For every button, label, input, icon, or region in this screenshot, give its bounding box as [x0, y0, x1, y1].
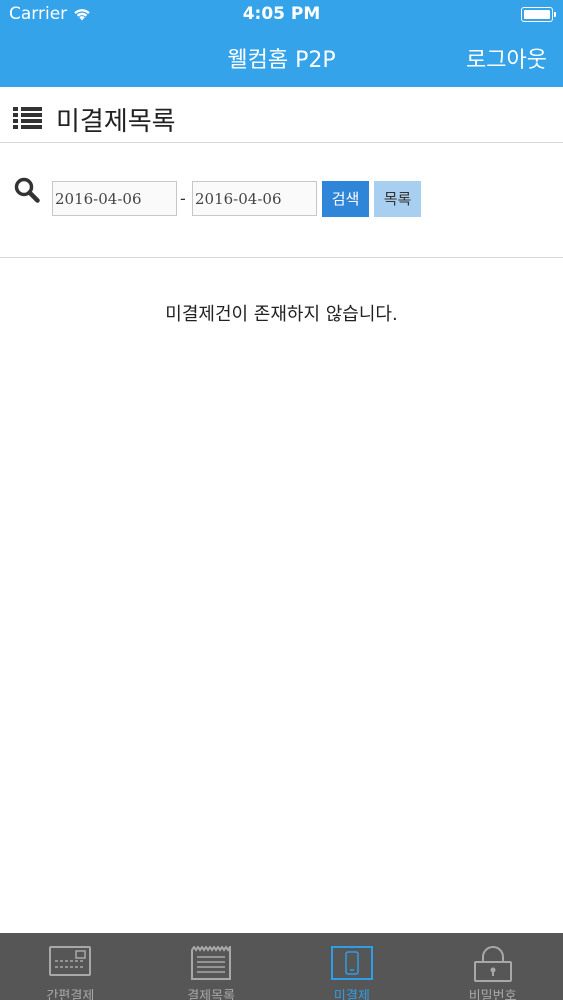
search-icon [14, 177, 40, 203]
list-button[interactable]: 목록 [374, 181, 421, 217]
top-bar: Carrier 4:05 PM 웰컴홈 P2P 로그아웃 [0, 0, 563, 87]
tab-label: 비밀번호 [468, 989, 517, 1000]
tab-password[interactable]: 비밀번호 [422, 933, 563, 1000]
tab-unpaid[interactable]: 미결제 [282, 933, 423, 1000]
tab-payment-list[interactable]: 결제목록 [141, 933, 282, 1000]
page-title: 미결제목록 [56, 107, 176, 137]
card-reader-icon [49, 946, 92, 976]
tab-label: 간편결제 [46, 989, 95, 1000]
phone-icon [330, 946, 373, 980]
tab-label: 결제목록 [187, 989, 236, 1000]
section-header: 미결제목록 [0, 87, 563, 143]
lock-icon [473, 946, 512, 982]
empty-state-message: 미결제건이 존재하지 않습니다. [165, 304, 398, 325]
battery-icon [521, 7, 556, 22]
tab-bar: 간편결제 결제목록 미결제 비밀번호 [0, 933, 563, 1000]
date-separator: - [180, 189, 186, 208]
receipt-icon [191, 946, 232, 980]
tab-label: 미결제 [333, 989, 370, 1000]
tab-quick-pay[interactable]: 간편결제 [0, 933, 141, 1000]
list-icon [13, 107, 42, 129]
status-time: 4:05 PM [242, 4, 321, 24]
search-button[interactable]: 검색 [322, 181, 369, 217]
date-from-input[interactable] [52, 181, 177, 216]
status-bar: Carrier 4:05 PM [0, 0, 563, 28]
search-bar: - 검색 목록 [0, 143, 563, 258]
logout-button[interactable]: 로그아웃 [466, 42, 547, 74]
date-to-input[interactable] [192, 181, 317, 216]
